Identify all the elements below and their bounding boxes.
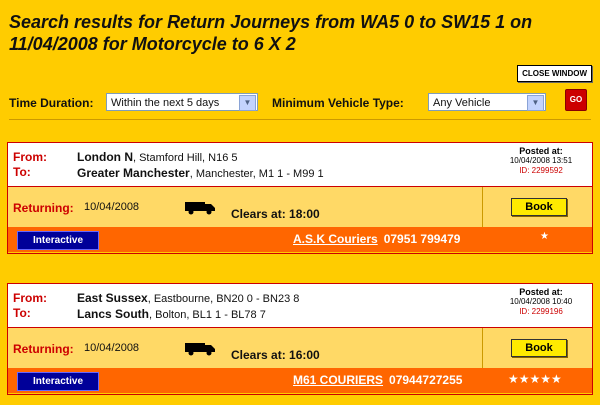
to-region: Greater Manchester xyxy=(77,166,190,180)
posted-label: Posted at: xyxy=(519,146,563,156)
time-duration-value: Within the next 5 days xyxy=(111,97,220,109)
van-icon xyxy=(185,343,215,356)
from-label: From: xyxy=(13,291,47,305)
book-button[interactable]: Book xyxy=(511,198,567,216)
to-label: To: xyxy=(13,165,31,179)
close-window-button[interactable]: CLOSE WINDOW xyxy=(517,65,592,82)
from-region: East Sussex xyxy=(77,291,148,305)
time-duration-label: Time Duration: xyxy=(9,96,94,110)
clears-at: Clears at: 18:00 xyxy=(231,207,320,221)
rating-stars: ★★★★★ xyxy=(508,372,562,386)
return-section: Returning: 10/04/2008 Clears at: 16:00 B… xyxy=(8,328,592,368)
company-info: A.S.K Couriers 07951 799479 xyxy=(293,232,460,246)
posted-info: Posted at: 10/04/2008 10:40 ID: 2299196 xyxy=(496,287,586,317)
posted-label: Posted at: xyxy=(519,287,563,297)
to-location: Lancs South, Bolton, BL1 1 - BL78 7 xyxy=(77,307,266,321)
result-card: From: To: London N, Stamford Hill, N16 5… xyxy=(7,142,593,254)
from-detail: , Eastbourne, BN20 0 - BN23 8 xyxy=(147,293,300,305)
route-section: From: To: East Sussex, Eastbourne, BN20 … xyxy=(8,284,592,328)
company-section: Interactive M61 COURIERS 07944727255 ★★★★… xyxy=(8,368,592,393)
filter-bar: Time Duration: Within the next 5 days ▼ … xyxy=(9,89,594,113)
interactive-button[interactable]: Interactive xyxy=(17,372,99,391)
result-card: From: To: East Sussex, Eastbourne, BN20 … xyxy=(7,283,593,395)
vehicle-type-label: Minimum Vehicle Type: xyxy=(272,96,404,110)
vehicle-type-value: Any Vehicle xyxy=(433,97,491,109)
company-phone: 07944727255 xyxy=(389,373,463,387)
returning-date: 10/04/2008 xyxy=(84,201,140,213)
company-link[interactable]: M61 COURIERS xyxy=(293,373,383,387)
company-link[interactable]: A.S.K Couriers xyxy=(293,232,378,246)
go-button[interactable]: GO xyxy=(565,89,587,111)
divider xyxy=(482,187,483,227)
chevron-down-icon: ▼ xyxy=(527,95,544,111)
to-detail: , Manchester, M1 1 - M99 1 xyxy=(189,168,324,180)
van-icon xyxy=(185,202,215,215)
to-region: Lancs South xyxy=(77,307,150,321)
posted-info: Posted at: 10/04/2008 13:51 ID: 2299592 xyxy=(496,146,586,176)
time-duration-select[interactable]: Within the next 5 days ▼ xyxy=(106,93,258,111)
chevron-down-icon: ▼ xyxy=(239,95,256,111)
returning-label: Returning: xyxy=(13,342,74,356)
posted-time: 10/04/2008 13:51 xyxy=(509,156,573,165)
to-label: To: xyxy=(13,306,31,320)
company-info: M61 COURIERS 07944727255 xyxy=(293,373,462,387)
company-section: Interactive A.S.K Couriers 07951 799479 ★ xyxy=(8,227,592,252)
returning-label: Returning: xyxy=(13,201,74,215)
from-location: East Sussex, Eastbourne, BN20 0 - BN23 8 xyxy=(77,291,299,305)
company-phone: 07951 799479 xyxy=(383,232,461,246)
posted-time: 10/04/2008 10:40 xyxy=(509,297,573,306)
to-location: Greater Manchester, Manchester, M1 1 - M… xyxy=(77,166,324,180)
to-detail: , Bolton, BL1 1 - BL78 7 xyxy=(149,309,266,321)
returning-date: 10/04/2008 xyxy=(84,342,140,354)
divider xyxy=(482,328,483,368)
clears-at: Clears at: 16:00 xyxy=(231,348,320,362)
from-label: From: xyxy=(13,150,47,164)
divider xyxy=(9,119,591,120)
rating-stars: ★ xyxy=(540,231,549,242)
from-region: London N xyxy=(77,150,133,164)
vehicle-type-select[interactable]: Any Vehicle ▼ xyxy=(428,93,546,111)
job-id: ID: 2299196 xyxy=(519,307,563,316)
route-section: From: To: London N, Stamford Hill, N16 5… xyxy=(8,143,592,187)
book-button[interactable]: Book xyxy=(511,339,567,357)
from-detail: , Stamford Hill, N16 5 xyxy=(132,152,238,164)
return-section: Returning: 10/04/2008 Clears at: 18:00 B… xyxy=(8,187,592,227)
page-title: Search results for Return Journeys from … xyxy=(9,12,533,54)
from-location: London N, Stamford Hill, N16 5 xyxy=(77,150,238,164)
job-id: ID: 2299592 xyxy=(519,166,563,175)
interactive-button[interactable]: Interactive xyxy=(17,231,99,250)
